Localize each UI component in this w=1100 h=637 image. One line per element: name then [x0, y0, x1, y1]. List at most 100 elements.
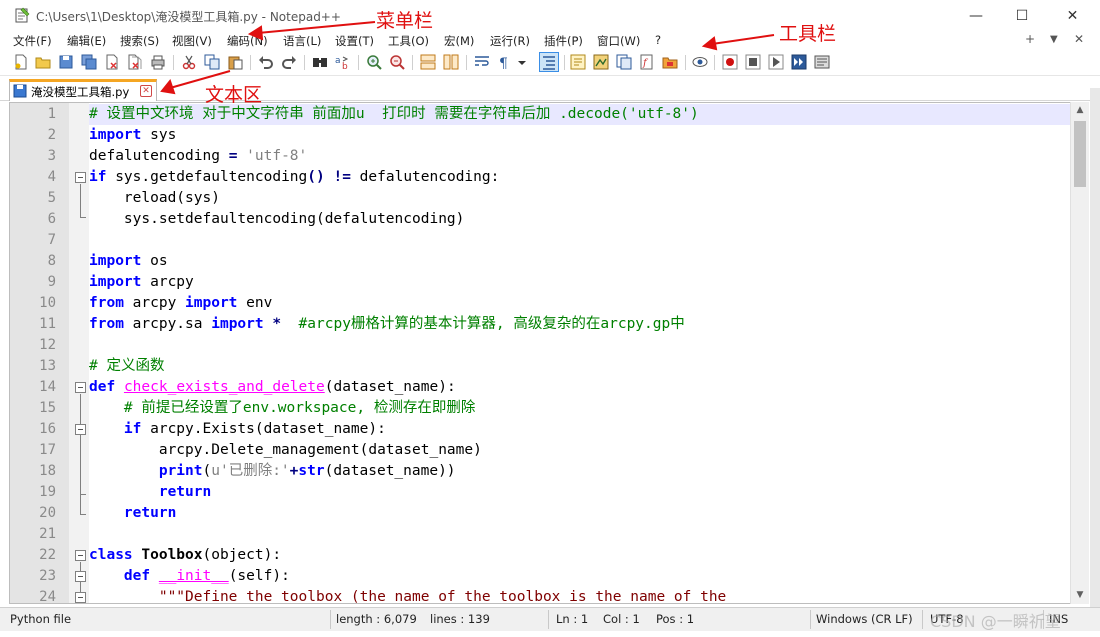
save-icon[interactable]	[58, 54, 74, 70]
menu-file[interactable]: 文件(F)	[13, 33, 52, 49]
menu-language[interactable]: 语言(L)	[283, 33, 321, 49]
close-doc-button[interactable]: ✕	[1074, 32, 1084, 46]
maximize-button[interactable]: ☐	[999, 0, 1045, 32]
code-line[interactable]: # 定义函数	[89, 356, 1072, 377]
open-file-icon[interactable]	[35, 54, 51, 70]
code-line-current[interactable]: # 设置中文环境 对于中文字符串 前面加u 打印时 需要在字符串后加 .deco…	[89, 104, 1072, 125]
fold-toggle[interactable]	[75, 571, 86, 582]
line-number: 13	[39, 358, 56, 374]
copy-icon[interactable]	[204, 54, 220, 70]
replace-icon[interactable]: ab	[335, 54, 351, 70]
code-line-empty[interactable]	[89, 335, 1072, 356]
tab-document[interactable]: 淹没模型工具箱.py ✕	[9, 79, 157, 101]
monitor-icon[interactable]	[692, 54, 708, 70]
close-icon[interactable]	[104, 54, 120, 70]
paste-icon[interactable]	[227, 54, 243, 70]
function-list-icon[interactable]	[616, 54, 632, 70]
show-chars-dropdown-icon[interactable]	[516, 54, 528, 70]
minimize-button[interactable]: —	[953, 0, 999, 32]
new-file-icon[interactable]	[13, 54, 29, 70]
keyword: if	[123, 421, 142, 437]
notepadpp-app-icon[interactable]	[14, 7, 30, 23]
word-wrap-icon[interactable]	[474, 54, 490, 70]
menu-search[interactable]: 搜索(S)	[120, 33, 159, 49]
menu-macro[interactable]: 宏(M)	[444, 33, 474, 49]
code-line[interactable]: import os	[89, 251, 1072, 272]
tab-close-icon[interactable]: ✕	[140, 85, 152, 97]
doc-map-icon[interactable]	[593, 54, 609, 70]
code-line[interactable]: sys.setdefaultencoding(defalutencoding)	[89, 209, 1072, 230]
find-icon[interactable]	[312, 54, 328, 70]
save-macro-icon[interactable]	[814, 54, 830, 70]
code-line[interactable]: print(u'已删除:'+str(dataset_name))	[89, 461, 1072, 482]
print-icon[interactable]	[150, 54, 166, 70]
close-window-button[interactable]: ✕	[1045, 0, 1100, 32]
run-macro-multiple-icon[interactable]	[791, 54, 807, 70]
class-name: Toolbox	[141, 547, 203, 563]
code-line[interactable]: # 前提已经设置了env.workspace, 检测存在即删除	[89, 398, 1072, 419]
menu-run[interactable]: 运行(R)	[490, 33, 530, 49]
fold-toggle[interactable]	[75, 592, 86, 603]
code-line[interactable]: arcpy.Delete_management(dataset_name)	[89, 440, 1072, 461]
save-all-icon[interactable]	[81, 54, 97, 70]
code-line[interactable]: if sys.getdefaultencoding() != defaluten…	[89, 167, 1072, 188]
menu-settings[interactable]: 设置(T)	[335, 33, 374, 49]
menu-edit[interactable]: 编辑(E)	[67, 33, 106, 49]
code-line[interactable]: class Toolbox(object):	[89, 545, 1072, 566]
zoom-in-icon[interactable]	[366, 54, 382, 70]
code-line[interactable]: if arcpy.Exists(dataset_name):	[89, 419, 1072, 440]
sync-vertical-icon[interactable]	[420, 54, 436, 70]
redo-icon[interactable]	[281, 54, 297, 70]
function-name: __init__	[158, 568, 229, 584]
vertical-scrollbar[interactable]: ▲ ▼	[1070, 102, 1089, 604]
keyword: import	[89, 253, 142, 269]
fold-toggle[interactable]	[75, 172, 86, 183]
menu-view[interactable]: 视图(V)	[172, 33, 212, 49]
code-line[interactable]: import sys	[89, 125, 1072, 146]
editor[interactable]: 1 2 3 4 5 6 7 8 9 10 11 12 13 14 15 16 1…	[9, 102, 1089, 604]
code-line[interactable]: defalutencoding = 'utf-8'	[89, 146, 1072, 167]
code-line[interactable]: reload(sys)	[89, 188, 1072, 209]
code-line[interactable]: import arcpy	[89, 272, 1072, 293]
tab-list-dropdown[interactable]: ▼	[1050, 34, 1058, 45]
line-number: 7	[47, 232, 56, 248]
fold-toggle[interactable]	[75, 424, 86, 435]
menu-window[interactable]: 窗口(W)	[597, 33, 640, 49]
close-all-icon[interactable]	[127, 54, 143, 70]
fold-toggle[interactable]	[75, 550, 86, 561]
udl-icon[interactable]	[570, 54, 586, 70]
zoom-out-icon[interactable]	[389, 54, 405, 70]
code-line[interactable]: from arcpy.sa import * #arcpy栅格计算的基本计算器,…	[89, 314, 1072, 335]
fold-toggle[interactable]	[75, 382, 86, 393]
menu-encoding[interactable]: 编码(N)	[227, 33, 268, 49]
function-panel-icon[interactable]: f	[639, 54, 655, 70]
play-macro-icon[interactable]	[768, 54, 784, 70]
code-line-empty[interactable]	[89, 524, 1072, 545]
code-line[interactable]: """Define the toolbox (the name of the t…	[89, 587, 1072, 603]
scroll-up-icon[interactable]: ▲	[1071, 102, 1089, 119]
code-area[interactable]: # 设置中文环境 对于中文字符串 前面加u 打印时 需要在字符串后加 .deco…	[89, 103, 1072, 603]
status-eol[interactable]: Windows (CR LF)	[816, 612, 913, 626]
sync-horizontal-icon[interactable]	[443, 54, 459, 70]
folder-workspace-icon[interactable]	[662, 54, 678, 70]
scroll-down-icon[interactable]: ▼	[1071, 587, 1089, 604]
record-macro-icon[interactable]	[722, 54, 738, 70]
menu-help[interactable]: ?	[655, 33, 661, 47]
undo-icon[interactable]	[258, 54, 274, 70]
code-line[interactable]: from arcpy import env	[89, 293, 1072, 314]
stop-macro-icon[interactable]	[745, 54, 761, 70]
status-col: Col : 1	[603, 612, 640, 626]
cut-icon[interactable]	[181, 54, 197, 70]
indent-guide-icon[interactable]	[539, 52, 559, 72]
menu-plugins[interactable]: 插件(P)	[544, 33, 583, 49]
code-line[interactable]: return	[89, 503, 1072, 524]
code-line-empty[interactable]	[89, 230, 1072, 251]
keyword: print	[158, 463, 203, 479]
code-line[interactable]: def __init__(self):	[89, 566, 1072, 587]
show-all-chars-icon[interactable]: ¶	[497, 54, 513, 70]
scrollbar-thumb[interactable]	[1074, 121, 1086, 187]
code-line[interactable]: def check_exists_and_delete(dataset_name…	[89, 377, 1072, 398]
menu-tools[interactable]: 工具(O)	[388, 33, 429, 49]
new-tab-button[interactable]: +	[1025, 32, 1035, 46]
code-line[interactable]: return	[89, 482, 1072, 503]
